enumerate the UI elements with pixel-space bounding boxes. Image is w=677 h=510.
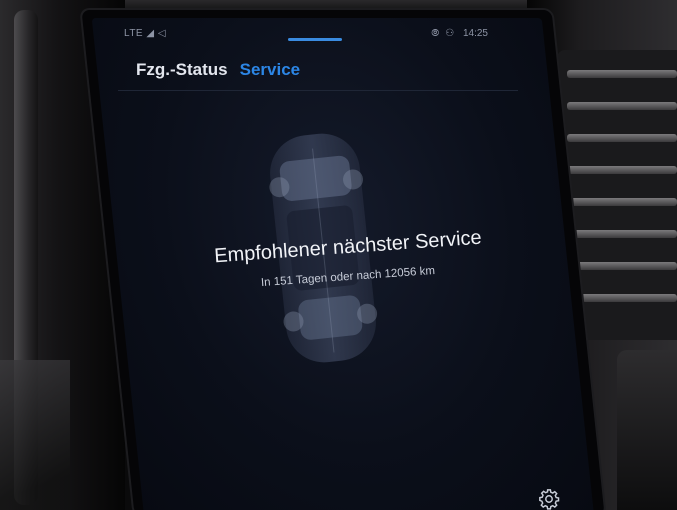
network-status: LTE ◢ ◁ [124,28,167,39]
dashboard-left-glare [0,360,70,510]
dashboard-lower-right [617,350,677,510]
tab-divider [118,90,518,91]
person-icon: ⚇ [445,28,455,39]
tab-bar: Fzg.-Status Service [136,60,536,86]
status-right: ⦾ ⚇ 14:25 [425,28,488,39]
infotainment-screen: LTE ◢ ◁ ⦾ ⚇ 14:25 Fzg.-Status Service Em… [91,18,595,510]
tab-service[interactable]: Service [240,60,301,80]
link-icon: ⦾ [431,28,440,39]
gear-icon[interactable] [538,488,560,510]
tab-vehicle-status[interactable]: Fzg.-Status [136,60,228,80]
status-bar: LTE ◢ ◁ ⦾ ⚇ 14:25 [118,26,568,42]
clock: 14:25 [462,28,488,39]
top-view-drag-handle[interactable] [288,38,342,41]
